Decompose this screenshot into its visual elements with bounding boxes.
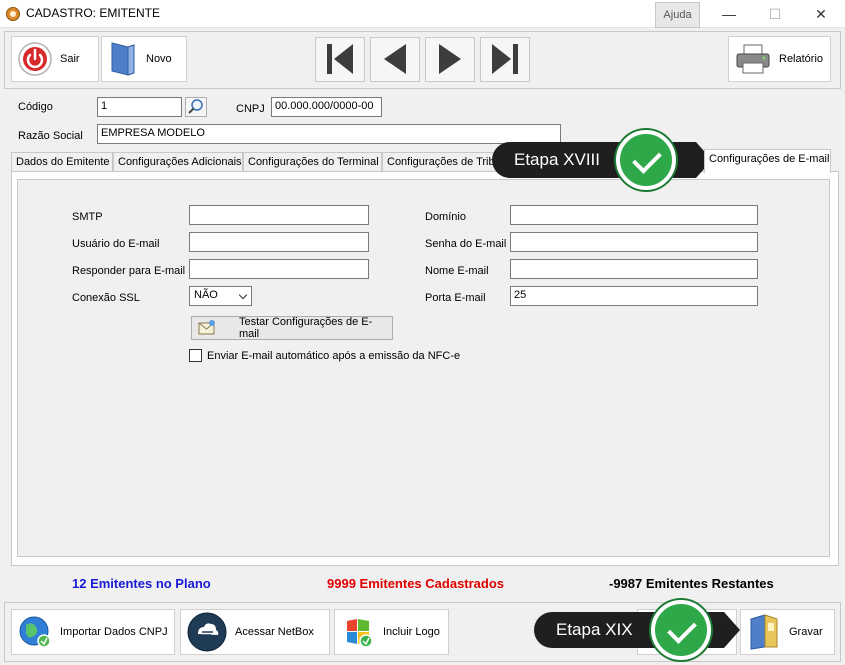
envelope-icon xyxy=(198,320,215,335)
first-record-icon xyxy=(327,44,353,74)
check-icon xyxy=(651,600,711,660)
top-toolbar: Sair Novo Relatório xyxy=(4,31,841,89)
step-19-label: Etapa XIX xyxy=(556,620,633,639)
logo-icon xyxy=(347,619,373,648)
last-record-icon xyxy=(492,44,518,74)
maximize-button[interactable]: ☐ xyxy=(752,0,798,28)
chevron-down-icon xyxy=(238,290,248,300)
save-label: Gravar xyxy=(789,626,823,638)
email-port-label: Porta E-mail xyxy=(425,292,486,304)
new-button[interactable]: Novo xyxy=(101,36,187,82)
import-cnpj-button[interactable]: Importar Dados CNPJ xyxy=(11,609,175,655)
step-18-label: Etapa XVIII xyxy=(514,150,600,169)
next-record-button[interactable] xyxy=(425,37,475,82)
remaining-count-text: -9987 Emitentes Restantes xyxy=(609,576,774,591)
include-logo-button[interactable]: Incluir Logo xyxy=(334,609,449,655)
domain-label: Domínio xyxy=(425,211,466,223)
smtp-field[interactable] xyxy=(189,205,369,225)
close-button[interactable]: ✕ xyxy=(798,0,844,28)
reply-to-label: Responder para E-mail xyxy=(72,265,186,277)
domain-field[interactable] xyxy=(510,205,758,225)
auto-send-label: Enviar E-mail automático após a emissão … xyxy=(207,350,461,362)
import-cnpj-label: Importar Dados CNPJ xyxy=(60,626,168,638)
email-name-field[interactable] xyxy=(510,259,758,279)
tab-dados-emitente[interactable]: Dados do Emitente xyxy=(11,152,113,172)
lookup-button[interactable] xyxy=(185,97,207,117)
window-title: CADASTRO: EMITENTE xyxy=(26,6,161,20)
email-port-field[interactable]: 25 xyxy=(510,286,758,306)
include-logo-label: Incluir Logo xyxy=(383,626,440,638)
smtp-label: SMTP xyxy=(72,211,103,223)
company-name-label: Razão Social xyxy=(18,130,83,142)
last-record-button[interactable] xyxy=(480,37,530,82)
previous-record-button[interactable] xyxy=(370,37,420,82)
cnpj-label: CNPJ xyxy=(236,103,265,115)
save-button[interactable]: Gravar xyxy=(740,609,835,655)
new-label: Novo xyxy=(146,53,172,65)
test-email-settings-label: Testar Configurações de E-mail xyxy=(238,316,373,340)
cnpj-field[interactable]: 00.000.000/0000-00 xyxy=(271,97,382,117)
tab-configuracoes-adicionais[interactable]: Configurações Adicionais xyxy=(113,152,243,172)
new-document-icon xyxy=(111,42,135,76)
globe-icon xyxy=(19,616,51,648)
company-name-field[interactable]: EMPRESA MODELO xyxy=(97,124,561,144)
report-button[interactable]: Relatório xyxy=(728,36,831,82)
ssl-select[interactable]: NÃO xyxy=(189,286,252,306)
printer-icon xyxy=(736,44,770,74)
test-email-settings-button[interactable]: Testar Configurações de E-mail xyxy=(191,316,393,340)
netbox-label: Acessar NetBox xyxy=(235,626,314,638)
email-user-label: Usuário do E-mail xyxy=(72,238,160,250)
ssl-label: Conexão SSL xyxy=(72,292,140,304)
email-password-field[interactable] xyxy=(510,232,758,252)
help-button[interactable]: Ajuda xyxy=(655,2,700,28)
step-19-pointer xyxy=(724,612,740,648)
magnifier-icon xyxy=(188,99,203,114)
save-icon xyxy=(750,614,778,650)
exit-label: Sair xyxy=(60,53,80,65)
first-record-button[interactable] xyxy=(315,37,365,82)
ssl-select-value: NÃO xyxy=(194,289,218,301)
code-label: Código xyxy=(18,101,53,113)
report-label: Relatório xyxy=(779,53,824,65)
netbox-icon xyxy=(187,612,227,652)
next-record-icon xyxy=(439,44,461,74)
email-password-label: Senha do E-mail xyxy=(425,238,507,250)
exit-button[interactable]: Sair xyxy=(11,36,99,82)
minimize-button[interactable]: — xyxy=(706,0,752,28)
check-icon xyxy=(616,130,676,190)
app-icon xyxy=(6,7,20,21)
tab-configuracoes-terminal[interactable]: Configurações do Terminal xyxy=(243,152,382,172)
power-icon xyxy=(18,42,52,76)
plan-count-text: 12 Emitentes no Plano xyxy=(72,576,211,591)
registered-count-text: 9999 Emitentes Cadastrados xyxy=(327,576,505,591)
email-user-field[interactable] xyxy=(189,232,369,252)
email-name-label: Nome E-mail xyxy=(425,265,489,277)
email-settings-panel xyxy=(11,171,839,566)
tab-configuracoes-email[interactable]: Configurações de E-mail xyxy=(704,149,831,173)
code-field[interactable]: 1 xyxy=(97,97,182,117)
auto-send-checkbox[interactable] xyxy=(189,349,202,362)
netbox-button[interactable]: Acessar NetBox xyxy=(180,609,330,655)
previous-record-icon xyxy=(384,44,406,74)
title-bar: CADASTRO: EMITENTE Ajuda — ☐ ✕ xyxy=(0,0,845,28)
reply-to-field[interactable] xyxy=(189,259,369,279)
